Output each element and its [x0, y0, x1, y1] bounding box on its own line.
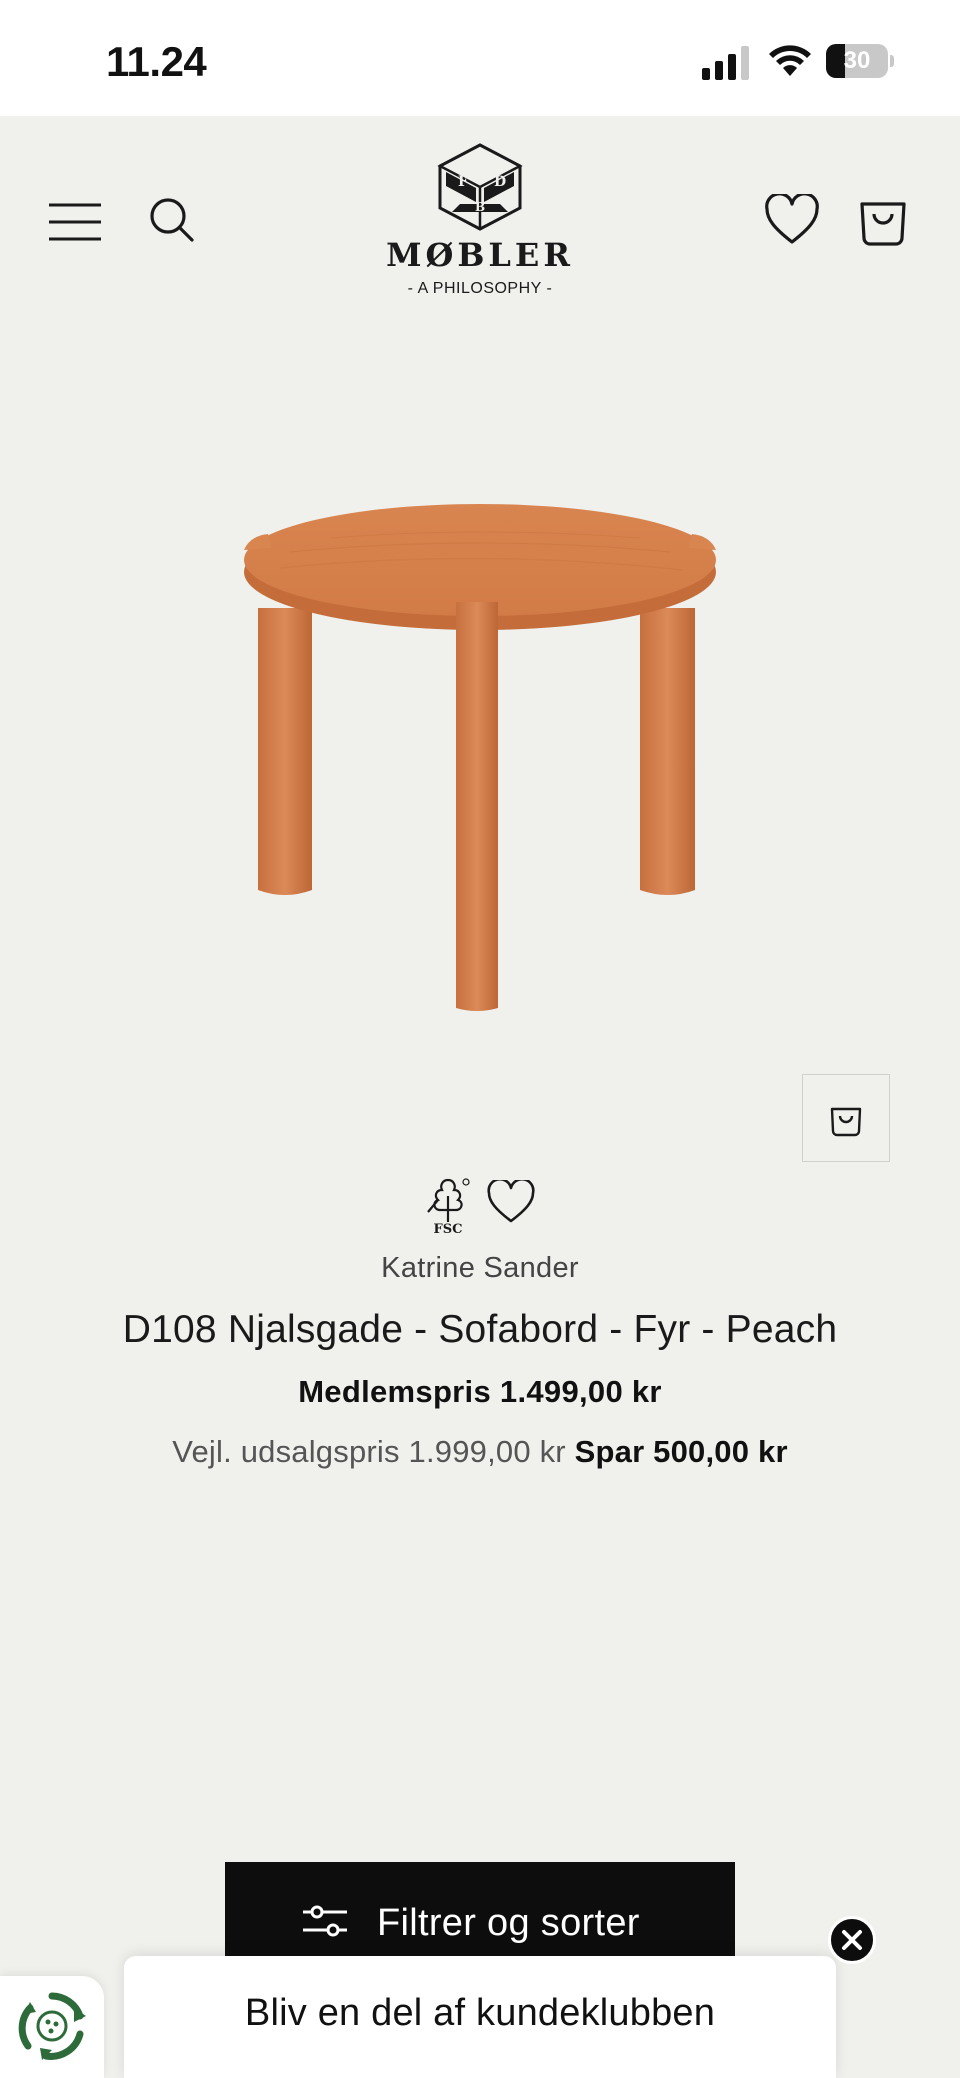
svg-text:F: F — [458, 174, 468, 190]
battery-level: 30 — [843, 47, 871, 74]
price-line: Vejl. udsalgspris 1.999,00 kr Spar 500,0… — [0, 1434, 960, 1470]
battery-icon: 30 — [826, 44, 894, 78]
recommended-retail-price: Vejl. udsalgspris 1.999,00 kr — [172, 1434, 566, 1469]
sustainability-badge[interactable] — [0, 1976, 104, 2078]
svg-text:B: B — [475, 200, 485, 214]
fdb-cube-logo-icon: F D B — [437, 143, 523, 231]
svg-text:D: D — [494, 174, 506, 190]
shopping-bag-icon — [860, 202, 906, 246]
search-icon — [150, 198, 194, 242]
quick-add-to-cart-button[interactable] — [802, 1074, 890, 1162]
wifi-icon — [769, 45, 811, 76]
product-title[interactable]: D108 Njalsgade - Sofabord - Fyr - Peach — [0, 1308, 960, 1352]
fsc-label: FSC — [433, 1222, 463, 1237]
site-header: F D B MØBLER - A PHILOSOPHY - — [0, 116, 960, 316]
filter-sort-label: Filtrer og sorter — [377, 1902, 640, 1944]
sliders-filter-icon — [303, 1905, 347, 1937]
hamburger-menu-icon — [49, 203, 101, 241]
brand-name: MØBLER — [386, 236, 574, 274]
status-bar: 11.24 30 — [0, 0, 960, 116]
shopping-bag-icon — [830, 1107, 862, 1137]
search-button[interactable] — [148, 196, 196, 244]
customer-club-label: Bliv en del af kundeklubben — [244, 1992, 716, 2034]
brand-logo[interactable]: F D B MØBLER - A PHILOSOPHY - — [380, 142, 580, 312]
close-icon — [842, 1930, 862, 1950]
fsc-certification-icon: FSC — [424, 1176, 472, 1238]
product-badges: FSC — [424, 1176, 544, 1240]
savings-amount: Spar 500,00 kr — [574, 1434, 788, 1469]
brand-tagline: - A PHILOSOPHY - — [407, 280, 553, 297]
heart-icon — [765, 192, 819, 244]
product-designer: Katrine Sander — [381, 1252, 579, 1284]
heart-icon — [487, 1177, 535, 1223]
status-time: 11.24 — [106, 38, 207, 85]
wishlist-button[interactable] — [764, 192, 820, 246]
recycle-icon — [18, 1992, 86, 2060]
cellular-signal-icon — [702, 46, 749, 80]
close-banner-button[interactable] — [828, 1916, 876, 1964]
menu-button[interactable] — [48, 202, 102, 242]
cart-button[interactable] — [858, 192, 908, 246]
member-price: Medlemspris 1.499,00 kr — [298, 1374, 662, 1409]
product-image[interactable] — [220, 490, 740, 1020]
customer-club-banner[interactable]: Bliv en del af kundeklubben — [124, 1956, 836, 2078]
favorite-button[interactable] — [486, 1177, 536, 1224]
